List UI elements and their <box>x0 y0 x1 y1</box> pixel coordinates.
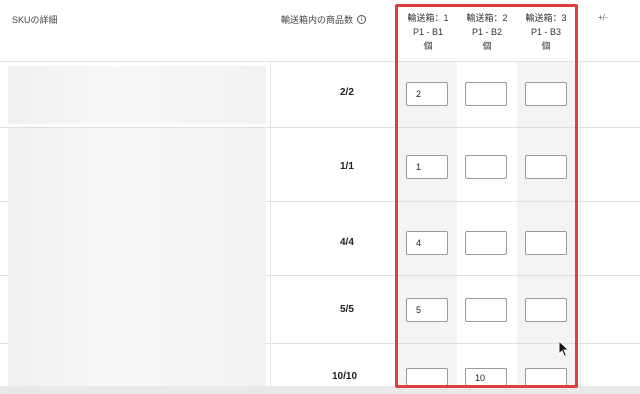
qty-in-box-value: 5/5 <box>340 304 354 315</box>
box-2-quantity-input[interactable] <box>465 82 507 106</box>
qty-in-box-header: 輸送箱内の商品数 i <box>281 13 367 26</box>
box-3-quantity-input[interactable] <box>525 231 567 255</box>
mouse-pointer-icon <box>558 340 570 358</box>
box-1-quantity-input[interactable] <box>406 368 448 386</box>
box-3-quantity-input[interactable] <box>525 368 567 386</box>
box-1-quantity-input[interactable]: 2 <box>406 82 448 106</box>
plus-minus-header[interactable]: +/- <box>598 13 608 22</box>
box-3-header: 輸送箱：3 P1 - B3 個 <box>515 11 577 53</box>
box-2-header-unit: 個 <box>482 41 492 51</box>
box-1-quantity-input[interactable]: 4 <box>406 231 448 255</box>
table-row: 4/4 4 <box>0 202 640 276</box>
info-circle-icon[interactable]: i <box>357 15 367 24</box>
box-3-header-unit: 個 <box>541 41 551 51</box>
horizontal-scrollbar[interactable] <box>0 386 640 394</box>
box-1-quantity-input[interactable]: 1 <box>406 155 448 179</box>
qty-in-box-value: 1/1 <box>340 161 354 172</box>
box-3-quantity-input[interactable] <box>525 82 567 106</box>
qty-in-box-value: 4/4 <box>340 237 354 248</box>
box-1-header: 輸送箱：1 P1 - B1 個 <box>397 11 459 53</box>
box-2-quantity-input[interactable] <box>465 298 507 322</box>
sku-detail-blurred <box>8 202 266 276</box>
box-1-header-id: P1 - B1 <box>412 27 443 37</box>
table-row: 5/5 5 <box>0 276 640 344</box>
box-2-quantity-input[interactable] <box>465 155 507 179</box>
box-2-quantity-input[interactable]: 10 <box>465 368 507 386</box>
qty-in-box-header-label: 輸送箱内の商品数 <box>281 15 354 25</box>
qty-in-box-value: 2/2 <box>340 87 354 98</box>
sku-detail-blurred <box>8 66 266 124</box>
sku-details-header: SKUの詳細 <box>12 15 58 25</box>
table-header: SKUの詳細 輸送箱内の商品数 i 輸送箱：1 P1 - B1 個 輸送箱：2 … <box>0 0 640 62</box>
sku-detail-blurred <box>8 344 266 386</box>
box-3-header-id: P1 - B3 <box>530 27 561 37</box>
qty-in-box-value: 10/10 <box>332 371 358 382</box>
box-1-header-title: 輸送箱：1 <box>407 13 449 23</box>
box-3-header-title: 輸送箱：3 <box>525 13 567 23</box>
box-1-header-unit: 個 <box>423 41 433 51</box>
box-2-header: 輸送箱：2 P1 - B2 個 <box>456 11 518 53</box>
box-3-quantity-input[interactable] <box>525 155 567 179</box>
shipping-box-content-page: SKUの詳細 輸送箱内の商品数 i 輸送箱：1 P1 - B1 個 輸送箱：2 … <box>0 0 640 394</box>
box-1-quantity-input[interactable]: 5 <box>406 298 448 322</box>
table-row: 1/1 1 <box>0 128 640 202</box>
sku-detail-blurred <box>8 128 266 202</box>
box-2-header-id: P1 - B2 <box>471 27 502 37</box>
box-2-header-title: 輸送箱：2 <box>466 13 508 23</box>
table-row: 2/2 2 <box>0 62 640 128</box>
sku-detail-blurred <box>8 276 266 344</box>
box-2-quantity-input[interactable] <box>465 231 507 255</box>
box-3-quantity-input[interactable] <box>525 298 567 322</box>
